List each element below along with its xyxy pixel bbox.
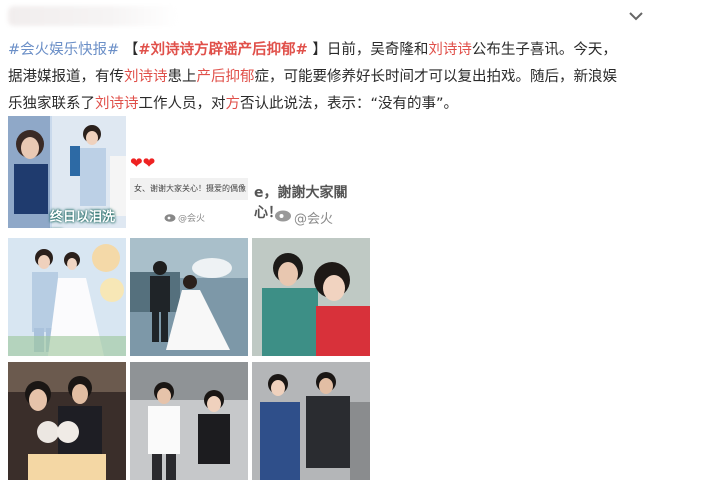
note-strip-text: 女、谢谢大家关心！摄爱的偶像 <box>134 184 246 193</box>
weibo-logo-icon <box>164 212 176 222</box>
photo-watermark: @会火 <box>178 214 206 224</box>
post-body-text: #会火娱乐快报# 【#刘诗诗方辟谣产后抑郁# 】日前，吴奇隆和刘诗诗公布生子喜讯… <box>8 37 618 118</box>
post-header <box>0 0 728 36</box>
highlight-text: 产后抑郁 <box>196 69 255 85</box>
photo-3[interactable]: e，謝謝大家關心！ @会火 <box>252 116 370 228</box>
highlight-text[interactable]: #刘诗诗方辟谣产后抑郁# <box>138 42 307 58</box>
photo-7[interactable] <box>8 362 126 480</box>
highlight-text: 刘诗诗 <box>428 42 472 58</box>
hashtag-link[interactable]: #会火娱乐快报# <box>8 42 119 58</box>
photo-6[interactable] <box>252 238 370 356</box>
highlight-text: 刘诗诗 <box>124 69 168 85</box>
highlight-text: 刘诗诗 <box>95 96 139 112</box>
blurred-username <box>8 6 178 26</box>
post-text-segment: 】日前，吴奇隆和 <box>307 42 429 58</box>
post-text-segment: 否认此说法，表示：“没有的事”。 <box>240 96 459 112</box>
photo-watermark: @会火 <box>294 212 334 227</box>
photo-9[interactable] <box>252 362 370 480</box>
chevron-down-icon[interactable] <box>626 8 646 24</box>
photo-1[interactable]: 终日以泪洗面 <box>8 116 126 228</box>
photo-4[interactable] <box>8 238 126 356</box>
post-text-segment: 工作人员，对 <box>138 96 226 112</box>
photo-2[interactable]: ❤❤ 女、谢谢大家关心！摄爱的偶像 @会火 <box>130 116 248 228</box>
photo-8[interactable] <box>130 362 248 480</box>
post-text-segment: 【 <box>119 42 139 58</box>
post-text-segment: 患上 <box>167 69 197 85</box>
photo-5[interactable] <box>130 238 248 356</box>
highlight-text: 方 <box>225 96 241 112</box>
weibo-logo-icon <box>274 208 292 222</box>
photo-caption-overlay: 终日以泪洗面 <box>50 210 116 225</box>
heart-icon: ❤❤ <box>130 154 156 172</box>
